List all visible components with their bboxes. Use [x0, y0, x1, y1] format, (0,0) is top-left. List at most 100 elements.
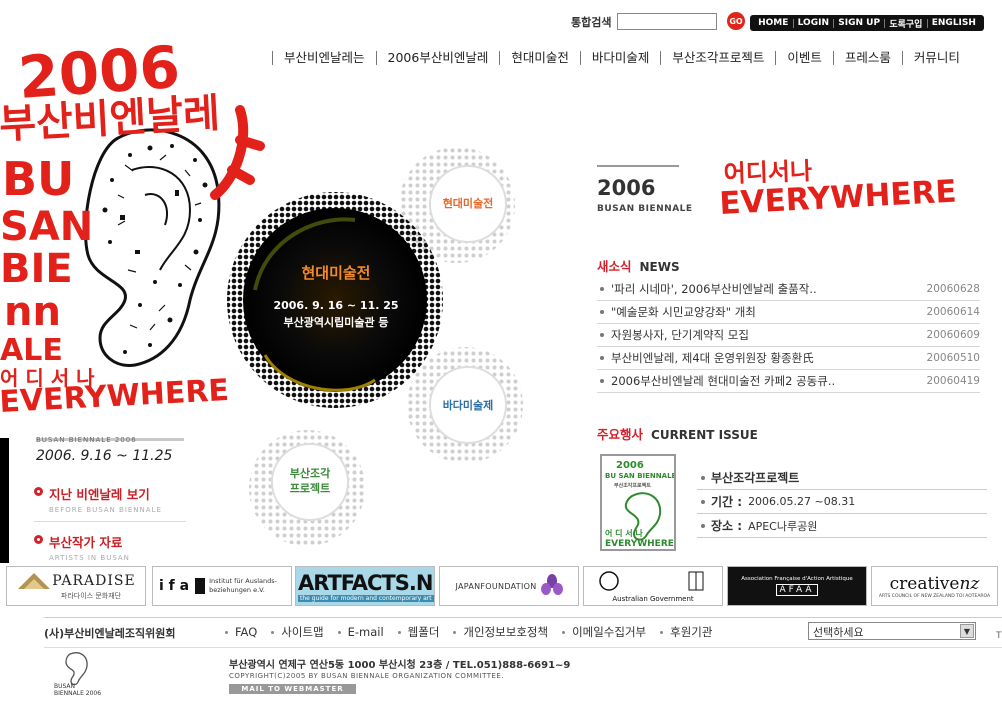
sponsor-banner-row: PARADISE 파라다이스 문화재단 i f a Institut für A…	[6, 566, 998, 607]
footer-link-email-refusal[interactable]: 이메일수집거부	[562, 624, 646, 640]
news-item[interactable]: 자원봉사자, 단기계약직 모집 20060609	[597, 324, 980, 347]
nav-about[interactable]: 부산비엔날레는	[272, 51, 376, 65]
left-info-dates: 2006. 9.16 ~ 11.25	[36, 448, 173, 464]
utility-divider	[792, 18, 794, 28]
news-item-title[interactable]: 자원봉사자, 단기계약직 모집	[611, 327, 920, 343]
sea-art-circle-button[interactable]: 바다미술제	[430, 398, 506, 413]
logo-latin-5: ALE	[0, 333, 63, 368]
nav-sculpture-project[interactable]: 부산조각프로젝트	[660, 51, 775, 65]
news-item[interactable]: "예술문화 시민교양강좌" 개최 20060614	[597, 301, 980, 324]
logo-latin-1: BU	[2, 152, 74, 206]
left-black-bar	[0, 438, 9, 563]
creative-nz-text-2: nz	[959, 573, 980, 594]
nav-pressroom[interactable]: 프레스룸	[832, 51, 902, 65]
nav-sea-art-festival[interactable]: 바다미술제	[579, 51, 661, 65]
sponsor-ifa[interactable]: i f a Institut für Auslands- beziehungen…	[152, 566, 292, 606]
signup-link[interactable]: SIGN UP	[838, 18, 880, 28]
australia-text: Australian Government	[612, 595, 694, 603]
footer-link-sponsors[interactable]: 후원기관	[660, 624, 712, 640]
issue-name[interactable]: 부산조각프로젝트	[711, 469, 799, 486]
australia-crest-icon	[599, 571, 704, 591]
bullet-icon	[600, 287, 604, 291]
nav-contemporary-art[interactable]: 현대미술전	[499, 51, 580, 65]
nav-community[interactable]: 커뮤니티	[901, 51, 971, 65]
issue-period-row: 기간 : 2006.05.27 ~08.31	[697, 490, 987, 514]
search-input[interactable]	[617, 13, 717, 30]
news-item[interactable]: 부산비엔날레, 제4대 운영위원장 황종환氏 20060510	[597, 347, 980, 370]
home-link[interactable]: HOME	[758, 18, 788, 28]
ifa-subtext: Institut für Auslands- beziehungen e.V.	[209, 577, 278, 594]
sponsor-paradise[interactable]: PARADISE 파라다이스 문화재단	[6, 566, 146, 606]
ifa-text: i f a	[159, 578, 190, 594]
search-go-button[interactable]: GO	[727, 12, 745, 30]
nav-2006-biennale[interactable]: 2006부산비엔날레	[375, 51, 500, 65]
nav-event[interactable]: 이벤트	[775, 51, 833, 65]
logo-latin-3: BIE	[0, 246, 73, 292]
footer-link-sitemap[interactable]: 사이트맵	[271, 624, 323, 640]
related-sites-select[interactable]: 선택하세요 ▼	[808, 622, 976, 640]
issue-place-label: 장소 :	[711, 519, 743, 533]
paradise-subtext: 파라다이스 문화재단	[60, 592, 122, 600]
artfacts-subtext: the guide for modern and contemporary ar…	[298, 594, 434, 602]
issue-details: 부산조각프로젝트 기간 : 2006.05.27 ~08.31 장소 : APEC나…	[697, 466, 987, 538]
footer-top-marker[interactable]: T	[996, 631, 1002, 641]
search-label: 통합검색	[571, 16, 612, 29]
news-item-title[interactable]: '파리 시네마', 2006부산비엔날레 출품작..	[611, 281, 920, 297]
footer-logo-line2: BIENNALE 2006	[54, 690, 102, 697]
main-nav: 부산비엔날레는 2006부산비엔날레 현대미술전 바다미술제 부산조각프로젝트 …	[272, 50, 988, 66]
login-link[interactable]: LOGIN	[798, 18, 829, 28]
footer-link-faq[interactable]: FAQ	[225, 624, 257, 640]
main-circle-dates: 2006. 9. 16 ~ 11. 25	[273, 299, 399, 312]
sponsor-afaa[interactable]: Association Française d'Action Artistiqu…	[727, 566, 867, 606]
before-biennale-label: 지난 비엔날레 보기	[49, 487, 150, 502]
main-circle-title[interactable]: 현대미술전	[236, 266, 436, 281]
paradise-pyramid-icon	[18, 573, 51, 589]
news-item-title[interactable]: 부산비엔날레, 제4대 운영위원장 황종환氏	[611, 350, 920, 366]
news-item[interactable]: '파리 시네마', 2006부산비엔날레 출품작.. 20060628	[597, 278, 980, 301]
bullet-icon	[600, 356, 604, 360]
issue-period-label: 기간 :	[711, 495, 743, 509]
bullet-icon	[701, 499, 705, 504]
creative-nz-logo: creative nz	[890, 574, 980, 594]
sponsor-creative-nz[interactable]: creative nz ARTS COUNCIL OF NEW ZEALAND …	[871, 566, 998, 606]
issue-name-row[interactable]: 부산조각프로젝트	[697, 466, 987, 490]
sponsor-australian-government[interactable]: Australian Government	[583, 566, 723, 606]
utility-divider	[884, 18, 886, 28]
bullet-icon	[600, 310, 604, 314]
sculpture-circle-line2: 프로젝트	[289, 482, 331, 495]
footer-link-privacy[interactable]: 개인정보보호정책	[453, 624, 548, 640]
footer-divider-2	[44, 647, 1002, 648]
bullet-icon	[600, 333, 604, 337]
footer-link-webfolder[interactable]: 웹폴더	[398, 624, 440, 640]
sponsor-artfacts[interactable]: ARTFACTS.NET the guide for modern and co…	[295, 566, 435, 606]
sculpture-circle-button[interactable]: 부산조각 프로젝트	[272, 466, 348, 496]
before-biennale-link[interactable]: 지난 비엔날레 보기 BEFORE BUSAN BIENNALE	[34, 484, 162, 514]
chevron-down-icon[interactable]: ▼	[960, 624, 974, 638]
everywhere-slogan-art: 어디서나 EVERYWHERE	[719, 157, 958, 222]
biennale-year: 2006	[597, 176, 656, 200]
footer-logo-text: BUSAN BIENNALE 2006	[54, 683, 101, 697]
afaa-text: AFAA	[776, 584, 818, 596]
news-item-date: 20060510	[926, 352, 980, 364]
footer-links: FAQ 사이트맵 E-mail 웹폴더 개인정보보호정책 이메일수집거부 후원기…	[225, 624, 726, 640]
contemporary-circle-button[interactable]: 현대미술전	[430, 196, 506, 211]
bullet-icon	[34, 535, 43, 544]
issue-poster-image: 2006 BU SAN BIENNALE 부산조각프로젝트 어 디 서 나 EV…	[605, 460, 677, 549]
news-item-title[interactable]: 2006부산비엔날레 현대미술전 카페2 공동큐..	[611, 373, 920, 389]
footer-link-email[interactable]: E-mail	[338, 624, 384, 640]
sponsor-japan-foundation[interactable]: JAPANFOUNDATION	[439, 566, 579, 606]
issue-title-english: CURRENT ISSUE	[651, 428, 758, 442]
mail-to-webmaster-button[interactable]: MAIL TO WEBMASTER	[229, 684, 356, 694]
issue-poster-thumbnail[interactable]: 2006 BU SAN BIENNALE 부산조각프로젝트 어 디 서 나 EV…	[600, 454, 677, 551]
news-header: 새소식 NEWS	[597, 256, 680, 275]
news-item-title[interactable]: "예술문화 시민교양강좌" 개최	[611, 304, 920, 320]
issue-header: 주요행사 CURRENT ISSUE	[597, 424, 758, 443]
news-item[interactable]: 2006부산비엔날레 현대미술전 카페2 공동큐.. 20060419	[597, 370, 980, 393]
biennale-name: BUSAN BIENNALE	[597, 204, 693, 214]
catalog-purchase-link[interactable]: 도록구입	[889, 17, 922, 30]
busan-artists-link[interactable]: 부산작가 자료 ARTISTS IN BUSAN	[34, 532, 130, 562]
artfacts-text: ARTFACTS.NET	[298, 570, 434, 595]
english-link[interactable]: ENGLISH	[932, 18, 976, 28]
footer-logo-line1: BUSAN	[54, 683, 76, 690]
creative-nz-subtext: ARTS COUNCIL OF NEW ZEALAND TOI AOTEAROA	[878, 593, 991, 599]
